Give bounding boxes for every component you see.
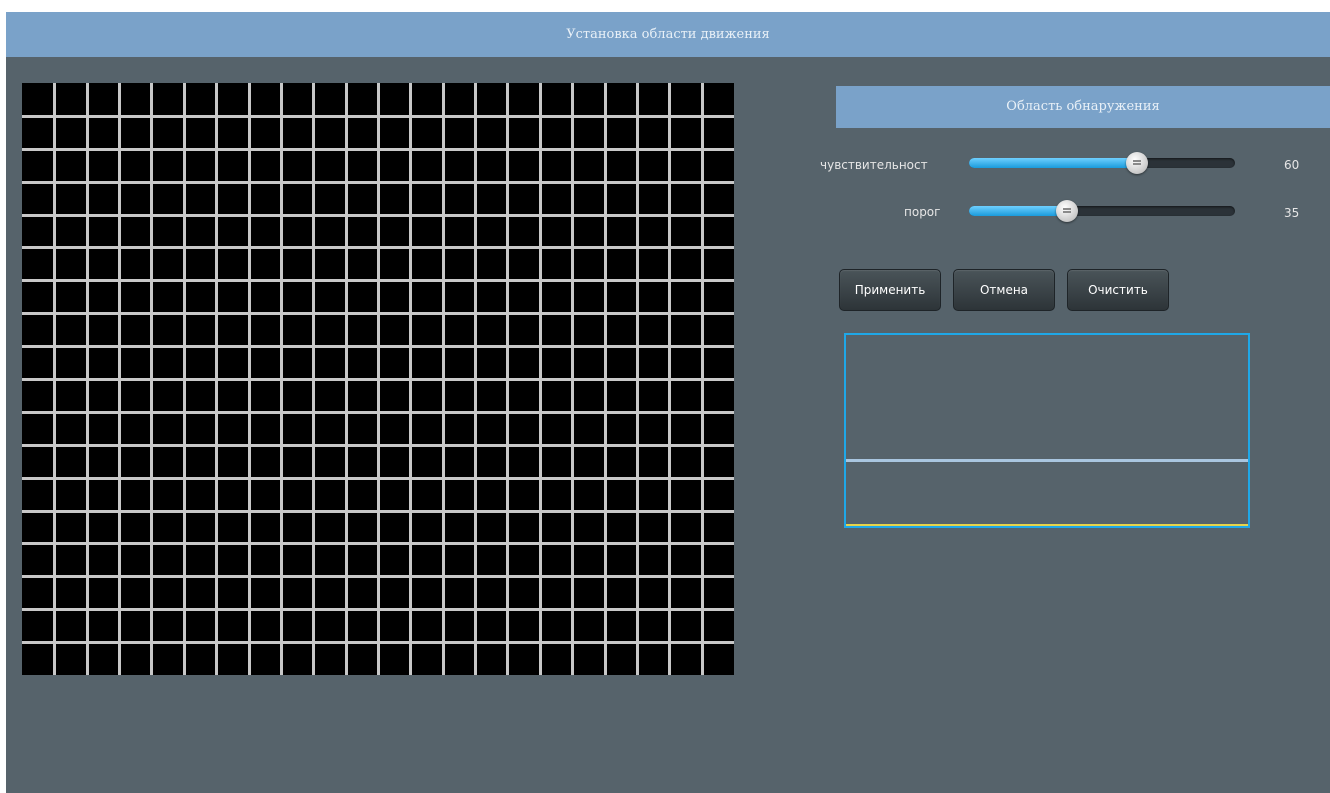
threshold-slider-fill (969, 206, 1067, 216)
grid-row-line (22, 575, 734, 578)
grid-row-line (22, 246, 734, 249)
apply-button[interactable]: Применить (839, 269, 941, 311)
motion-level-graph (844, 333, 1250, 528)
motion-level-line (846, 524, 1248, 526)
grid-row-line (22, 378, 734, 381)
clear-button[interactable]: Очистить (1067, 269, 1169, 311)
grid-row-line (22, 312, 734, 315)
threshold-slider-handle[interactable] (1056, 200, 1078, 222)
grid-row-line (22, 411, 734, 414)
threshold-slider[interactable] (969, 200, 1235, 222)
threshold-value: 35 (1284, 206, 1300, 220)
grid-row-line (22, 608, 734, 611)
cancel-button[interactable]: Отмена (953, 269, 1055, 311)
grid-row-line (22, 477, 734, 480)
grid-row-line (22, 181, 734, 184)
grid-row-line (22, 214, 734, 217)
grid-row-line (22, 279, 734, 282)
grid-row-line (22, 542, 734, 545)
motion-area-window: Установка области движения Область обнар… (6, 12, 1330, 793)
grid-row-line (22, 115, 734, 118)
grid-row-line (22, 444, 734, 447)
sensitivity-label: чувствительност (820, 158, 928, 172)
sensitivity-slider[interactable] (969, 152, 1235, 174)
threshold-line (846, 459, 1248, 462)
sensitivity-slider-handle[interactable] (1126, 152, 1148, 174)
motion-grid[interactable] (22, 83, 734, 675)
grid-row-line (22, 345, 734, 348)
sensitivity-slider-fill (969, 158, 1137, 168)
threshold-label: порог (904, 205, 941, 219)
sensitivity-value: 60 (1284, 158, 1300, 172)
window-title: Установка области движения (6, 12, 1330, 57)
detection-area-header: Область обнаружения (836, 86, 1330, 128)
grid-row-line (22, 148, 734, 151)
grid-row-line (22, 641, 734, 644)
grid-row-line (22, 510, 734, 513)
